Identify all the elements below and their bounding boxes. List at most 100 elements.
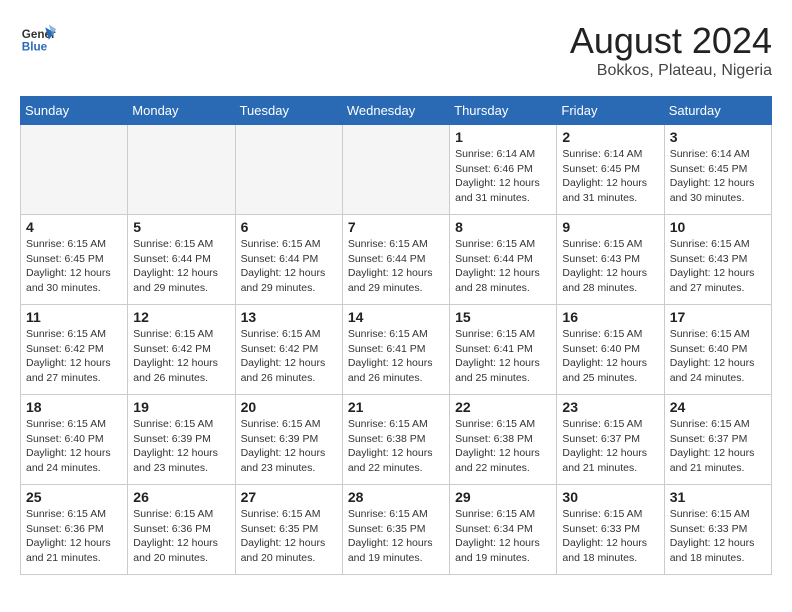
calendar-cell: 9 Sunrise: 6:15 AM Sunset: 6:43 PM Daylig… [557, 215, 664, 305]
day-number: 26 [133, 489, 229, 505]
day-info: Sunrise: 6:15 AM Sunset: 6:43 PM Dayligh… [670, 237, 766, 296]
day-number: 31 [670, 489, 766, 505]
page-header: General Blue August 2024 Bokkos, Plateau… [20, 20, 772, 80]
day-info: Sunrise: 6:15 AM Sunset: 6:41 PM Dayligh… [348, 327, 444, 386]
day-info: Sunrise: 6:15 AM Sunset: 6:36 PM Dayligh… [26, 507, 122, 566]
day-info: Sunrise: 6:15 AM Sunset: 6:44 PM Dayligh… [133, 237, 229, 296]
calendar-cell: 4Sunrise: 6:15 AM Sunset: 6:45 PM Daylig… [21, 215, 128, 305]
day-number: 3 [670, 129, 766, 145]
location-subtitle: Bokkos, Plateau, Nigeria [570, 62, 772, 80]
month-title: August 2024 [570, 20, 772, 62]
day-info: Sunrise: 6:15 AM Sunset: 6:35 PM Dayligh… [241, 507, 337, 566]
day-number: 7 [348, 219, 444, 235]
weekday-header-sunday: Sunday [21, 97, 128, 125]
day-info: Sunrise: 6:14 AM Sunset: 6:45 PM Dayligh… [562, 147, 658, 206]
calendar-cell: 1 Sunrise: 6:14 AM Sunset: 6:46 PM Daylig… [450, 125, 557, 215]
day-number: 11 [26, 309, 122, 325]
day-number: 5 [133, 219, 229, 235]
day-number: 15 [455, 309, 551, 325]
day-info: Sunrise: 6:15 AM Sunset: 6:43 PM Dayligh… [562, 237, 658, 296]
day-number: 4 [26, 219, 122, 235]
day-info: Sunrise: 6:14 AM Sunset: 6:46 PM Dayligh… [455, 147, 551, 206]
calendar-cell: 27 Sunrise: 6:15 AM Sunset: 6:35 PM Dayli… [235, 485, 342, 575]
calendar-cell: 15 Sunrise: 6:15 AM Sunset: 6:41 PM Dayli… [450, 305, 557, 395]
weekday-header-row: SundayMondayTuesdayWednesdayThursdayFrid… [21, 97, 772, 125]
calendar-cell [342, 125, 449, 215]
day-number: 28 [348, 489, 444, 505]
weekday-header-tuesday: Tuesday [235, 97, 342, 125]
day-info: Sunrise: 6:15 AM Sunset: 6:44 PM Dayligh… [455, 237, 551, 296]
calendar-cell: 26 Sunrise: 6:15 AM Sunset: 6:36 PM Dayli… [128, 485, 235, 575]
day-number: 21 [348, 399, 444, 415]
calendar-cell: 6 Sunrise: 6:15 AM Sunset: 6:44 PM Daylig… [235, 215, 342, 305]
weekday-header-wednesday: Wednesday [342, 97, 449, 125]
calendar-cell: 8Sunrise: 6:15 AM Sunset: 6:44 PM Daylig… [450, 215, 557, 305]
calendar-cell: 12 Sunrise: 6:15 AM Sunset: 6:42 PM Dayli… [128, 305, 235, 395]
day-info: Sunrise: 6:15 AM Sunset: 6:42 PM Dayligh… [241, 327, 337, 386]
calendar-week-row: 25 Sunrise: 6:15 AM Sunset: 6:36 PM Dayli… [21, 485, 772, 575]
calendar-cell: 20Sunrise: 6:15 AM Sunset: 6:39 PM Dayli… [235, 395, 342, 485]
day-number: 22 [455, 399, 551, 415]
logo: General Blue [20, 20, 56, 56]
day-info: Sunrise: 6:15 AM Sunset: 6:40 PM Dayligh… [26, 417, 122, 476]
calendar-week-row: 1 Sunrise: 6:14 AM Sunset: 6:46 PM Daylig… [21, 125, 772, 215]
day-info: Sunrise: 6:14 AM Sunset: 6:45 PM Dayligh… [670, 147, 766, 206]
day-number: 24 [670, 399, 766, 415]
calendar-cell [235, 125, 342, 215]
day-number: 1 [455, 129, 551, 145]
day-number: 17 [670, 309, 766, 325]
calendar-cell: 14Sunrise: 6:15 AM Sunset: 6:41 PM Dayli… [342, 305, 449, 395]
calendar-cell: 21 Sunrise: 6:15 AM Sunset: 6:38 PM Dayli… [342, 395, 449, 485]
calendar-cell: 10 Sunrise: 6:15 AM Sunset: 6:43 PM Dayli… [664, 215, 771, 305]
day-info: Sunrise: 6:15 AM Sunset: 6:35 PM Dayligh… [348, 507, 444, 566]
calendar-cell: 5 Sunrise: 6:15 AM Sunset: 6:44 PM Daylig… [128, 215, 235, 305]
calendar-cell [128, 125, 235, 215]
day-info: Sunrise: 6:15 AM Sunset: 6:38 PM Dayligh… [455, 417, 551, 476]
weekday-header-saturday: Saturday [664, 97, 771, 125]
day-info: Sunrise: 6:15 AM Sunset: 6:33 PM Dayligh… [562, 507, 658, 566]
day-number: 29 [455, 489, 551, 505]
day-info: Sunrise: 6:15 AM Sunset: 6:38 PM Dayligh… [348, 417, 444, 476]
day-info: Sunrise: 6:15 AM Sunset: 6:44 PM Dayligh… [348, 237, 444, 296]
calendar-cell: 19 Sunrise: 6:15 AM Sunset: 6:39 PM Dayli… [128, 395, 235, 485]
day-info: Sunrise: 6:15 AM Sunset: 6:42 PM Dayligh… [133, 327, 229, 386]
day-number: 27 [241, 489, 337, 505]
calendar-cell: 30Sunrise: 6:15 AM Sunset: 6:33 PM Dayli… [557, 485, 664, 575]
day-number: 9 [562, 219, 658, 235]
calendar-cell: 7 Sunrise: 6:15 AM Sunset: 6:44 PM Daylig… [342, 215, 449, 305]
weekday-header-thursday: Thursday [450, 97, 557, 125]
day-number: 18 [26, 399, 122, 415]
title-area: August 2024 Bokkos, Plateau, Nigeria [570, 20, 772, 80]
day-info: Sunrise: 6:15 AM Sunset: 6:42 PM Dayligh… [26, 327, 122, 386]
calendar-cell: 11 Sunrise: 6:15 AM Sunset: 6:42 PM Dayli… [21, 305, 128, 395]
logo-icon: General Blue [20, 20, 56, 56]
calendar-cell: 13 Sunrise: 6:15 AM Sunset: 6:42 PM Dayli… [235, 305, 342, 395]
day-number: 12 [133, 309, 229, 325]
calendar-week-row: 4Sunrise: 6:15 AM Sunset: 6:45 PM Daylig… [21, 215, 772, 305]
calendar-cell: 25 Sunrise: 6:15 AM Sunset: 6:36 PM Dayli… [21, 485, 128, 575]
day-info: Sunrise: 6:15 AM Sunset: 6:39 PM Dayligh… [133, 417, 229, 476]
day-info: Sunrise: 6:15 AM Sunset: 6:41 PM Dayligh… [455, 327, 551, 386]
calendar-cell: 17 Sunrise: 6:15 AM Sunset: 6:40 PM Dayli… [664, 305, 771, 395]
day-info: Sunrise: 6:15 AM Sunset: 6:40 PM Dayligh… [670, 327, 766, 386]
day-number: 6 [241, 219, 337, 235]
day-info: Sunrise: 6:15 AM Sunset: 6:37 PM Dayligh… [670, 417, 766, 476]
day-number: 19 [133, 399, 229, 415]
calendar-cell: 16 Sunrise: 6:15 AM Sunset: 6:40 PM Dayli… [557, 305, 664, 395]
day-info: Sunrise: 6:15 AM Sunset: 6:44 PM Dayligh… [241, 237, 337, 296]
svg-text:Blue: Blue [22, 41, 48, 54]
calendar-cell: 28 Sunrise: 6:15 AM Sunset: 6:35 PM Dayli… [342, 485, 449, 575]
day-number: 20 [241, 399, 337, 415]
weekday-header-friday: Friday [557, 97, 664, 125]
calendar-cell: 3 Sunrise: 6:14 AM Sunset: 6:45 PM Daylig… [664, 125, 771, 215]
day-number: 25 [26, 489, 122, 505]
day-number: 2 [562, 129, 658, 145]
day-info: Sunrise: 6:15 AM Sunset: 6:40 PM Dayligh… [562, 327, 658, 386]
calendar-cell: 23Sunrise: 6:15 AM Sunset: 6:37 PM Dayli… [557, 395, 664, 485]
weekday-header-monday: Monday [128, 97, 235, 125]
day-number: 13 [241, 309, 337, 325]
day-number: 16 [562, 309, 658, 325]
day-info: Sunrise: 6:15 AM Sunset: 6:36 PM Dayligh… [133, 507, 229, 566]
calendar-table: SundayMondayTuesdayWednesdayThursdayFrid… [20, 96, 772, 575]
day-number: 10 [670, 219, 766, 235]
